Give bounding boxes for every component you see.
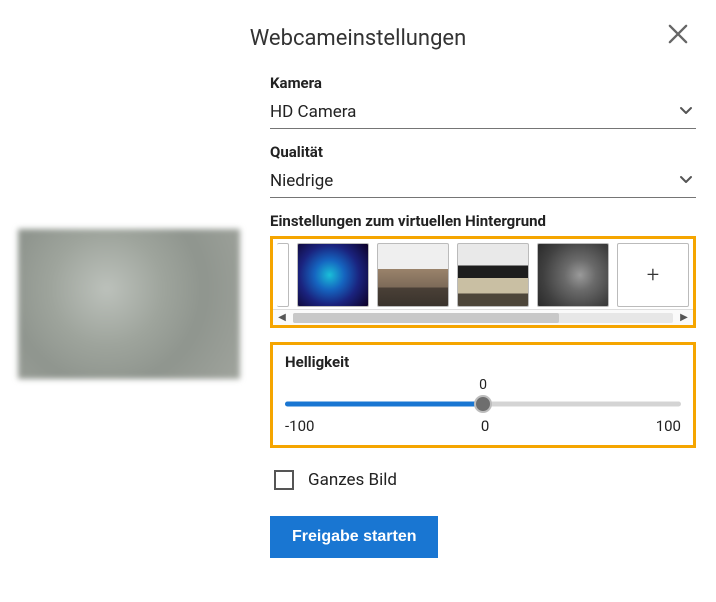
brightness-scale: -100 0 100 (285, 417, 681, 435)
whole-image-checkbox[interactable] (274, 470, 294, 490)
dialog-body: Kamera HD Camera Qualität Niedrige Einst… (18, 74, 698, 558)
virtual-background-label: Einstellungen zum virtuellen Hintergrund (270, 212, 696, 230)
virtual-background-thumbnails: + (273, 239, 693, 309)
whole-image-label: Ganzes Bild (308, 470, 397, 490)
virtual-bg-option-meeting-room[interactable] (457, 243, 529, 307)
virtual-bg-option-prev[interactable] (277, 243, 289, 307)
scroll-right-arrow-icon[interactable]: ▶ (675, 312, 693, 323)
dialog-title: Webcameinstellungen (250, 26, 467, 51)
camera-label: Kamera (270, 74, 696, 92)
virtual-bg-option-abstract[interactable] (537, 243, 609, 307)
virtual-background-section: + ◀ ▶ (270, 236, 696, 328)
brightness-section: Helligkeit 0 -100 0 100 (270, 342, 696, 448)
close-icon (664, 20, 692, 48)
virtual-bg-scrollbar[interactable]: ◀ ▶ (273, 309, 693, 325)
slider-fill (285, 402, 483, 407)
quality-label: Qualität (270, 143, 696, 161)
virtual-bg-option-office[interactable] (377, 243, 449, 307)
slider-handle[interactable] (474, 395, 492, 413)
whole-image-row: Ganzes Bild (274, 470, 696, 490)
webcam-settings-dialog: Webcameinstellungen Kamera HD Camera Qua… (0, 0, 716, 578)
quality-select-value: Niedrige (270, 171, 333, 191)
camera-select-value: HD Camera (270, 102, 356, 122)
settings-column: Kamera HD Camera Qualität Niedrige Einst… (270, 74, 698, 558)
brightness-slider[interactable] (285, 395, 681, 413)
brightness-current-value: 0 (285, 377, 681, 393)
quality-select[interactable]: Niedrige (270, 167, 696, 198)
brightness-min: -100 (285, 417, 314, 435)
close-button[interactable] (664, 20, 692, 48)
scroll-track[interactable] (293, 313, 673, 323)
start-share-label: Freigabe starten (292, 528, 416, 545)
brightness-mid: 0 (481, 417, 489, 435)
camera-select[interactable]: HD Camera (270, 98, 696, 129)
virtual-bg-add-button[interactable]: + (617, 243, 689, 307)
scroll-left-arrow-icon[interactable]: ◀ (273, 312, 291, 323)
dialog-header: Webcameinstellungen (18, 20, 698, 56)
chevron-down-icon (678, 171, 694, 191)
webcam-preview (18, 229, 240, 379)
scroll-thumb[interactable] (293, 313, 559, 323)
start-share-button[interactable]: Freigabe starten (270, 516, 438, 558)
brightness-max: 100 (656, 417, 681, 435)
brightness-label: Helligkeit (285, 353, 681, 371)
virtual-bg-option-galaxy[interactable] (297, 243, 369, 307)
chevron-down-icon (678, 102, 694, 122)
plus-icon: + (647, 263, 659, 288)
